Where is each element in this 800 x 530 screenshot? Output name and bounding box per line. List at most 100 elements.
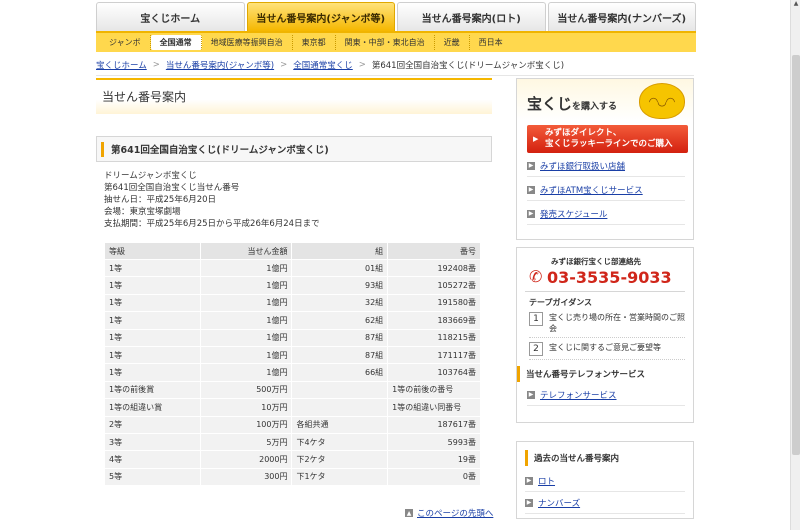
cell-group: 32組 [291, 293, 389, 313]
phone-row: ✆ 03-3535-9033 [529, 267, 693, 287]
table-row: 3等 5万円 下4ケタ 5993番 [104, 432, 481, 452]
tab-loto-results[interactable]: 当せん番号案内(ロト) [397, 2, 546, 31]
table-row: 1等 1億円 87組 118215番 [104, 328, 481, 347]
past-results-heading: 過去の当せん番号案内 [525, 450, 685, 466]
cell-amount: 1億円 [199, 345, 293, 365]
cell-grade: 1等 [104, 276, 201, 295]
breadcrumb-jumbo[interactable]: 当せん番号案内(ジャンボ等) [166, 59, 274, 71]
link-past-numbers[interactable]: ▶ ナンバーズ [525, 492, 685, 514]
header-group: 組 [291, 242, 389, 260]
page-top-text[interactable]: このページの先頭へ [417, 507, 493, 519]
cell-group: 01組 [291, 258, 389, 278]
link-mizuho-branches-text[interactable]: みずほ銀行取扱い店舗 [540, 160, 625, 172]
info-lottery-name: ドリームジャンボ宝くじ [104, 171, 197, 181]
arrow-right-icon: ▶ [527, 390, 535, 399]
cell-number: 0番 [387, 467, 481, 487]
cell-amount: 300円 [199, 467, 293, 487]
cell-group: 62組 [291, 311, 389, 330]
cell-grade: 2等 [104, 415, 201, 434]
link-telephone-service-text[interactable]: テレフォンサービス [540, 389, 617, 401]
cell-number: 191580番 [387, 293, 481, 313]
cell-number: 192408番 [387, 258, 481, 278]
phone-icon: ✆ [529, 267, 543, 286]
cell-group: 66組 [291, 363, 389, 382]
cell-grade: 1等の組違い賞 [104, 398, 201, 417]
header-number: 番号 [387, 242, 481, 260]
tab-numbers-results[interactable]: 当せん番号案内(ナンバーズ) [547, 2, 696, 31]
breadcrumb-separator: > [358, 60, 366, 70]
link-past-numbers-text[interactable]: ナンバーズ [538, 497, 580, 509]
table-row: 1等 1億円 01組 192408番 [104, 258, 481, 278]
cell-amount: 1億円 [199, 311, 293, 330]
link-past-loto[interactable]: ▶ ロト [525, 470, 685, 492]
page-title: 当せん番号案内 [96, 78, 492, 114]
subnav-kinki[interactable]: 近畿 [435, 35, 470, 50]
subnav-zenkoku[interactable]: 全国通常 [150, 35, 202, 50]
telephone-service-heading: 当せん番号テレフォンサービス [517, 366, 693, 382]
cell-grade: 3等 [104, 432, 201, 452]
table-row: 2等 100万円 各組共通 187617番 [104, 415, 481, 434]
page-top-link[interactable]: ▲ このページの先頭へ [405, 507, 493, 519]
tape-guidance-title: テープガイダンス [529, 298, 593, 307]
link-mizuho-atm[interactable]: ▶ みずほATM宝くじサービス [527, 179, 685, 201]
subnav-nishinihon[interactable]: 西日本 [470, 35, 512, 50]
subnav-jumbo[interactable]: ジャンボ [100, 35, 151, 50]
tab-takarakuji-home[interactable]: 宝くじホーム [96, 2, 245, 31]
cell-number: 19番 [387, 450, 481, 469]
cell-grade: 1等 [104, 293, 201, 313]
header-amount: 当せん金額 [199, 242, 293, 260]
cell-number: 187617番 [387, 415, 481, 434]
results-table: 等級 当せん金額 組 番号 1等 1億円 01組 192408番 1等 1億円 93組 105… [104, 242, 481, 487]
mizuho-direct-line2: 宝くじラッキーラインでのご購入 [545, 139, 673, 149]
link-mizuho-branches[interactable]: ▶ みずほ銀行取扱い店舗 [527, 155, 685, 177]
phone-number: 03-3535-9033 [547, 267, 672, 287]
guidance-number: 1 [529, 312, 543, 326]
vertical-scrollbar[interactable]: ▲ [790, 0, 800, 530]
table-row: 1等の前後賞 500万円 1等の前後の番号 [104, 380, 481, 400]
table-row: 1等 1億円 62組 183669番 [104, 311, 481, 330]
cell-group: 下1ケタ [291, 467, 389, 487]
scroll-up-icon[interactable]: ▲ [791, 0, 800, 12]
cell-group: 87組 [291, 328, 389, 347]
cell-amount: 1億円 [199, 276, 293, 295]
contact-box: みずほ銀行宝くじ部連絡先 ✆ 03-3535-9033 テープガイダンス 1 宝… [516, 247, 694, 423]
past-results-box: 過去の当せん番号案内 ▶ ロト ▶ ナンバーズ [516, 441, 694, 519]
guidance-text: 宝くじ売り場の所在・営業時間のご照会 [549, 313, 685, 333]
info-draw-date: 抽せん日：平成25年6月20日 [104, 195, 217, 205]
subnav-tokyo[interactable]: 東京都 [293, 35, 336, 50]
subnav-chiiki-iryo[interactable]: 地域医療等振興自治 [202, 35, 293, 50]
cell-number: 1等の前後の番号 [387, 380, 481, 400]
arrow-right-icon: ▶ [525, 498, 533, 507]
cell-group: 下2ケタ [291, 450, 389, 469]
guidance-text: 宝くじに関するご意見ご要望等 [549, 343, 661, 352]
info-draw-name: 第641回全国自治宝くじ当せん番号 [104, 183, 240, 193]
link-schedule-text[interactable]: 発売スケジュール [540, 208, 607, 220]
link-past-loto-text[interactable]: ロト [538, 475, 555, 487]
scrollbar-thumb[interactable] [792, 55, 800, 455]
mizuho-direct-button[interactable]: みずほダイレクト、 宝くじラッキーラインでのご購入 [527, 125, 688, 153]
link-mizuho-atm-text[interactable]: みずほATM宝くじサービス [540, 184, 643, 196]
cell-number: 171117番 [387, 345, 481, 365]
cell-amount: 500万円 [199, 380, 293, 400]
contact-caption: みずほ銀行宝くじ部連絡先 [551, 257, 641, 266]
link-schedule[interactable]: ▶ 発売スケジュール [527, 203, 685, 225]
cell-amount: 10万円 [199, 398, 293, 417]
info-payment-period: 支払期間：平成25年6月25日から平成26年6月24日まで [104, 219, 320, 229]
link-telephone-service[interactable]: ▶ テレフォンサービス [527, 384, 685, 406]
table-row: 1等 1億円 93組 105272番 [104, 276, 481, 295]
breadcrumb-current: 第641回全国自治宝くじ(ドリームジャンボ宝くじ) [371, 61, 565, 71]
breadcrumb-zenkoku[interactable]: 全国通常宝くじ [293, 59, 353, 71]
cell-amount: 1億円 [199, 328, 293, 347]
cell-number: 118215番 [387, 328, 481, 347]
subnav-kanto-chubu-tohoku[interactable]: 関東・中部・東北自治 [336, 35, 435, 50]
buy-box-title-suffix: を購入する [572, 102, 618, 112]
cell-amount: 2000円 [199, 450, 293, 469]
breadcrumb: 宝くじホーム > 当せん番号案内(ジャンボ等) > 全国通常宝くじ > 第641… [96, 58, 696, 72]
breadcrumb-home[interactable]: 宝くじホーム [96, 59, 147, 71]
buy-box-title: 宝くじ [527, 95, 573, 113]
table-row: 4等 2000円 下2ケタ 19番 [104, 450, 481, 469]
tape-guidance: テープガイダンス 1 宝くじ売り場の所在・営業時間のご照会 2 宝くじに関するご… [525, 291, 685, 360]
tab-jumbo-results[interactable]: 当せん番号案内(ジャンボ等) [246, 2, 395, 31]
section-heading-bar [101, 142, 104, 157]
cell-amount: 100万円 [199, 415, 293, 434]
